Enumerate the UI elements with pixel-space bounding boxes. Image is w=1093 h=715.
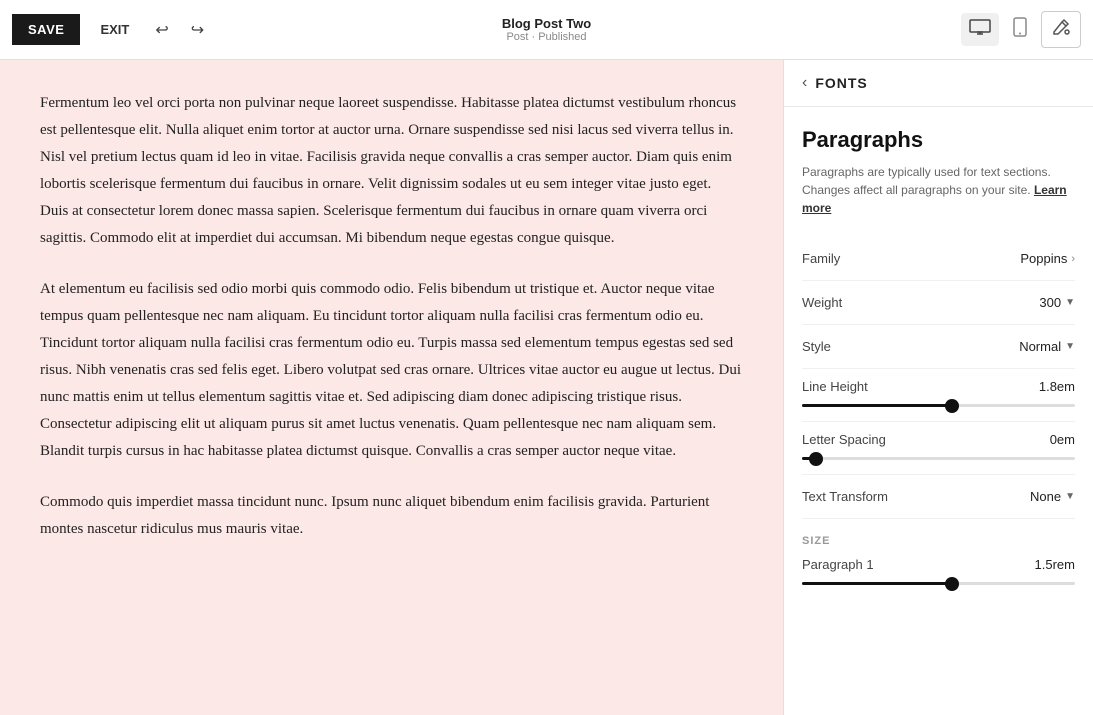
family-row: Family Poppins › (802, 237, 1075, 281)
weight-label: Weight (802, 295, 842, 310)
mobile-view-button[interactable] (1005, 11, 1035, 48)
panel-header-title: FONTS (815, 75, 867, 91)
design-button[interactable] (1041, 11, 1081, 48)
letter-spacing-label: Letter Spacing (802, 432, 886, 447)
family-label: Family (802, 251, 840, 266)
toolbar: SAVE EXIT ↩ ↪ Blog Post Two Post · Publi… (0, 0, 1093, 60)
main-layout: Fermentum leo vel orci porta non pulvina… (0, 60, 1093, 715)
size-section: SIZE Paragraph 1 1.5rem (802, 519, 1075, 585)
style-row: Style Normal ▼ (802, 325, 1075, 369)
letter-spacing-value: 0em (1050, 432, 1075, 447)
toolbar-center: Blog Post Two Post · Published (502, 16, 591, 43)
section-desc: Paragraphs are typically used for text s… (802, 163, 1075, 217)
desktop-view-button[interactable] (961, 13, 999, 46)
toolbar-right (961, 11, 1081, 48)
page-title: Blog Post Two (502, 16, 591, 31)
paragraph-3: Commodo quis imperdiet massa tincidunt n… (40, 489, 743, 543)
paragraph-1: Fermentum leo vel orci porta non pulvina… (40, 90, 743, 252)
line-height-value: 1.8em (1039, 379, 1075, 394)
letter-spacing-row: Letter Spacing 0em (802, 422, 1075, 475)
family-chevron-icon: › (1071, 253, 1075, 265)
save-button[interactable]: SAVE (12, 14, 80, 45)
line-height-fill (802, 404, 952, 407)
size-section-label: SIZE (802, 535, 1075, 547)
paragraph1-thumb[interactable] (945, 577, 959, 591)
style-value[interactable]: Normal ▼ (1019, 339, 1075, 354)
content-area: Fermentum leo vel orci porta non pulvina… (0, 60, 783, 715)
line-height-row: Line Height 1.8em (802, 369, 1075, 422)
panel-header: ‹ FONTS (784, 60, 1093, 107)
weight-row: Weight 300 ▼ (802, 281, 1075, 325)
weight-dropdown-icon: ▼ (1065, 297, 1075, 308)
weight-value[interactable]: 300 ▼ (1039, 295, 1075, 310)
panel-content: Paragraphs Paragraphs are typically used… (784, 107, 1093, 605)
exit-button[interactable]: EXIT (90, 16, 139, 43)
letter-spacing-track[interactable] (802, 457, 1075, 460)
text-transform-row: Text Transform None ▼ (802, 475, 1075, 519)
back-arrow-icon[interactable]: ‹ (802, 74, 807, 92)
section-title: Paragraphs (802, 127, 1075, 153)
right-panel: ‹ FONTS Paragraphs Paragraphs are typica… (783, 60, 1093, 715)
text-transform-value[interactable]: None ▼ (1030, 489, 1075, 504)
paragraph1-track[interactable] (802, 582, 1075, 585)
paragraph1-size-row: Paragraph 1 1.5rem (802, 557, 1075, 572)
paragraph1-value: 1.5rem (1035, 557, 1075, 572)
line-height-label: Line Height (802, 379, 868, 394)
line-height-thumb[interactable] (945, 399, 959, 413)
redo-button[interactable]: ↪ (185, 14, 210, 46)
page-subtitle: Post · Published (502, 31, 591, 43)
paragraph-2: At elementum eu facilisis sed odio morbi… (40, 276, 743, 465)
text-transform-dropdown-icon: ▼ (1065, 491, 1075, 502)
line-height-track[interactable] (802, 404, 1075, 407)
undo-button[interactable]: ↩ (149, 14, 174, 46)
letter-spacing-thumb[interactable] (809, 452, 823, 466)
text-transform-label: Text Transform (802, 489, 888, 504)
style-dropdown-icon: ▼ (1065, 341, 1075, 352)
paragraph1-label: Paragraph 1 (802, 557, 874, 572)
style-label: Style (802, 339, 831, 354)
family-value[interactable]: Poppins › (1020, 251, 1075, 266)
paragraph1-fill (802, 582, 952, 585)
